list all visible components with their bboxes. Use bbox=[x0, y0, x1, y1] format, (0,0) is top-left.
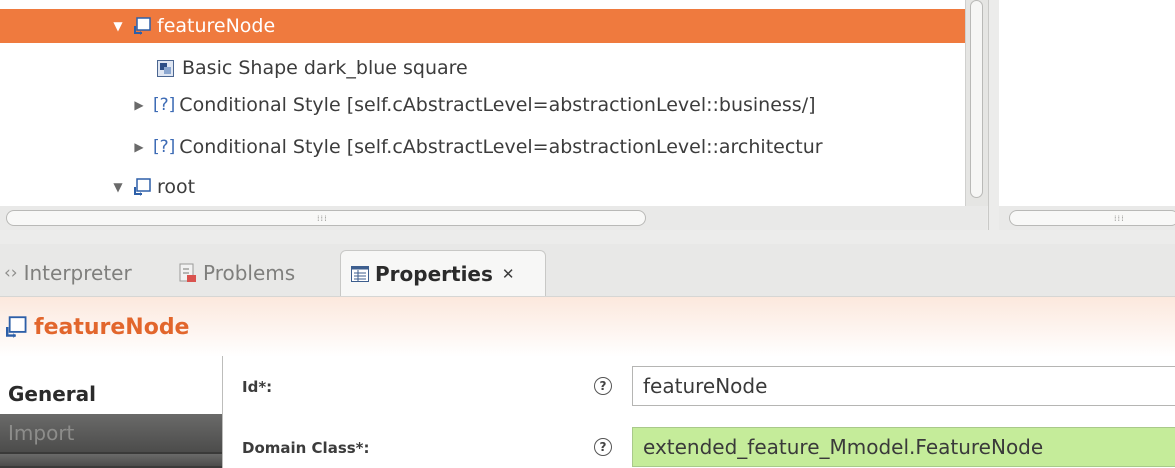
tab-problems[interactable]: Problems bbox=[179, 250, 295, 296]
help-icon[interactable]: ? bbox=[594, 377, 612, 395]
help-icon[interactable]: ? bbox=[594, 438, 612, 456]
tab-label: Properties bbox=[375, 261, 493, 286]
code-brackets-icon: ‹› bbox=[4, 263, 18, 283]
properties-title: featureNode bbox=[34, 314, 190, 340]
tab-properties[interactable]: Properties ✕ bbox=[340, 250, 546, 296]
tree-view[interactable]: ▼ featureNode Basic Shape dark_blue squa… bbox=[0, 0, 975, 206]
expand-arrow-icon[interactable]: ▶ bbox=[131, 98, 147, 112]
side-tab-more[interactable] bbox=[0, 454, 222, 468]
expand-arrow-icon[interactable]: ▶ bbox=[131, 140, 147, 154]
id-label: Id*: bbox=[242, 378, 273, 396]
side-tabs-border bbox=[222, 356, 223, 468]
tab-interpreter[interactable]: ‹› Interpreter bbox=[4, 250, 132, 296]
scrollbar-thumb[interactable] bbox=[970, 0, 983, 198]
scrollbar-thumb[interactable]: ⁞⁞⁞ bbox=[6, 210, 646, 226]
unknown-style-icon: [?] bbox=[153, 95, 176, 115]
scroll-corner bbox=[965, 206, 987, 230]
tree-vertical-scrollbar[interactable] bbox=[965, 0, 988, 206]
tab-label: Interpreter bbox=[23, 261, 132, 285]
properties-body: General Import Id*: ? Domain Class*: ? bbox=[0, 356, 1175, 468]
domain-class-label: Domain Class*: bbox=[242, 439, 370, 457]
tree-horizontal-scrollbar[interactable]: ⁞⁞⁞ bbox=[0, 206, 975, 230]
properties-icon bbox=[351, 265, 369, 282]
side-tab-general[interactable]: General bbox=[0, 374, 222, 414]
side-tab-import[interactable]: Import bbox=[0, 414, 222, 454]
right-pane bbox=[999, 0, 1175, 206]
properties-side-tabs: General Import bbox=[0, 356, 222, 468]
tree-item-conditional-style-2[interactable]: ▶ [?] Conditional Style [self.cAbstractL… bbox=[0, 130, 975, 164]
expand-arrow-icon[interactable]: ▼ bbox=[110, 180, 126, 194]
tree-item-conditional-style-1[interactable]: ▶ [?] Conditional Style [self.cAbstractL… bbox=[0, 88, 975, 122]
properties-header: featureNode bbox=[0, 296, 1175, 357]
tree-item-featurenode[interactable]: ▼ featureNode bbox=[0, 9, 975, 43]
right-horizontal-scrollbar[interactable]: ⁞⁞⁞ bbox=[999, 206, 1175, 230]
unknown-style-icon: [?] bbox=[153, 137, 176, 157]
close-icon[interactable]: ✕ bbox=[502, 265, 515, 283]
side-tab-label: General bbox=[8, 382, 96, 406]
scrollbar-thumb[interactable]: ⁞⁞⁞ bbox=[1009, 210, 1175, 226]
domain-class-field[interactable] bbox=[632, 427, 1175, 467]
node-icon bbox=[134, 178, 151, 196]
tab-label: Problems bbox=[203, 261, 296, 285]
tree-item-label: featureNode bbox=[157, 15, 276, 37]
tree-item-basic-shape[interactable]: Basic Shape dark_blue square bbox=[0, 51, 975, 85]
tree-item-label: root bbox=[157, 176, 196, 198]
shape-icon bbox=[157, 59, 174, 77]
side-tab-label: Import bbox=[8, 421, 75, 445]
id-field[interactable] bbox=[632, 366, 1175, 406]
node-icon bbox=[6, 316, 27, 338]
pane-divider[interactable] bbox=[988, 0, 989, 230]
tree-item-label: Basic Shape dark_blue square bbox=[182, 57, 468, 79]
tree-item-label: Conditional Style [self.cAbstractLevel=a… bbox=[179, 94, 816, 116]
expand-arrow-icon[interactable]: ▼ bbox=[110, 19, 126, 33]
view-tab-bar: ‹› Interpreter Problems Properties ✕ bbox=[0, 244, 1175, 296]
problems-icon bbox=[179, 263, 196, 282]
tree-item-root[interactable]: ▼ root bbox=[0, 170, 975, 204]
tree-item-label: Conditional Style [self.cAbstractLevel=a… bbox=[179, 136, 823, 158]
node-icon bbox=[134, 17, 151, 35]
